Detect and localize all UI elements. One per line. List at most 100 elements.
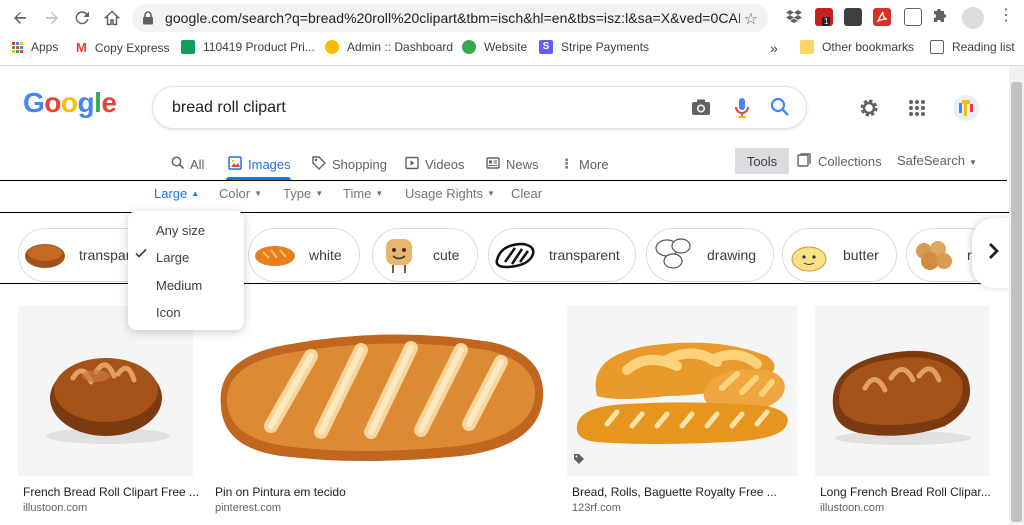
- dropbox-icon[interactable]: [786, 9, 804, 27]
- tab-label: News: [506, 156, 539, 172]
- result-source[interactable]: illustoon.com: [23, 502, 87, 514]
- news-icon: [486, 156, 500, 173]
- sheets-icon: [181, 40, 195, 54]
- url-text: google.com/search?q=bread%20roll%20clipa…: [165, 10, 740, 26]
- gear-icon[interactable]: [858, 97, 880, 124]
- apps-grid-icon: [12, 41, 23, 53]
- result-thumbnail[interactable]: [211, 306, 549, 476]
- size-option-large[interactable]: Large: [128, 243, 244, 271]
- chip-label: butter: [843, 247, 879, 263]
- tab-label: Images: [248, 156, 291, 172]
- back-icon[interactable]: [8, 6, 32, 30]
- safesearch-dropdown[interactable]: SafeSearch ▼: [897, 153, 977, 168]
- color-filter[interactable]: Color ▼: [219, 186, 262, 201]
- result-thumbnail[interactable]: [567, 306, 797, 476]
- size-option-icon[interactable]: Icon: [128, 298, 244, 326]
- tools-button[interactable]: Tools: [735, 148, 789, 174]
- bookmark-admin-dashboard[interactable]: Admin :: Dashboard: [325, 40, 453, 54]
- result-thumbnail[interactable]: [815, 306, 989, 476]
- image-result[interactable]: Bread, Rolls, Baguette Royalty Free ... …: [567, 306, 797, 514]
- camera-icon[interactable]: [691, 97, 711, 122]
- other-bookmarks[interactable]: Other bookmarks: [800, 40, 914, 54]
- bookmark-star-icon[interactable]: ☆: [744, 9, 758, 29]
- bookmark-apps[interactable]: Apps: [12, 40, 58, 54]
- forward-icon[interactable]: [40, 6, 64, 30]
- bookmark-stripe[interactable]: S Stripe Payments: [539, 40, 649, 54]
- calendar-ext-icon[interactable]: 1: [815, 8, 833, 26]
- filter-label: Type: [283, 186, 312, 201]
- ext-badge: 1: [822, 17, 831, 26]
- chip-cute[interactable]: cute: [372, 228, 478, 282]
- image-result[interactable]: Long French Bread Roll Clipar... illusto…: [815, 306, 991, 514]
- result-title[interactable]: Long French Bread Roll Clipar...: [820, 485, 991, 499]
- tab-all[interactable]: All: [171, 149, 204, 179]
- extension-icon[interactable]: [844, 8, 862, 26]
- bookmark-label: 110419 Product Pri...: [203, 40, 315, 54]
- page-scrollbar[interactable]: [1009, 66, 1024, 525]
- profile-avatar[interactable]: [962, 7, 984, 29]
- result-source[interactable]: 123rf.com: [572, 502, 621, 514]
- microphone-icon[interactable]: [734, 97, 750, 124]
- bookmark-label: Apps: [31, 40, 59, 54]
- time-filter[interactable]: Time ▼: [343, 186, 383, 201]
- safesearch-label: SafeSearch: [897, 153, 965, 168]
- result-title[interactable]: Pin on Pintura em tecido: [215, 485, 346, 499]
- caret-down-icon: ▼: [315, 189, 324, 198]
- result-thumbnail[interactable]: [18, 306, 193, 476]
- more-bookmarks-chevron-icon[interactable]: »: [770, 40, 778, 56]
- usage-rights-filter[interactable]: Usage Rights ▼: [405, 186, 495, 201]
- header-divider: [0, 180, 1007, 181]
- bookmark-copy-express[interactable]: M Copy Express: [76, 40, 170, 55]
- puzzle-icon[interactable]: [933, 8, 951, 26]
- reading-list[interactable]: Reading list: [930, 40, 1015, 54]
- result-source[interactable]: illustoon.com: [820, 502, 884, 514]
- checkmark-icon: [134, 246, 148, 263]
- home-icon[interactable]: [100, 6, 124, 30]
- chip-thumbnail: [375, 231, 423, 279]
- size-menu: Any size Large Medium Icon: [128, 211, 244, 330]
- google-logo[interactable]: Google: [23, 87, 117, 119]
- collections-icon: [797, 153, 811, 170]
- screen-capture-icon[interactable]: [904, 8, 922, 26]
- search-box[interactable]: bread roll clipart: [152, 86, 807, 129]
- size-option-medium[interactable]: Medium: [128, 271, 244, 299]
- chip-drawing[interactable]: drawing: [646, 228, 774, 282]
- tab-images[interactable]: Images: [228, 149, 291, 179]
- address-bar[interactable]: google.com/search?q=bread%20roll%20clipa…: [132, 4, 768, 32]
- chip-transparent-2[interactable]: transparent: [488, 228, 636, 282]
- browser-menu-icon[interactable]: ⋮: [998, 8, 1014, 24]
- image-result[interactable]: French Bread Roll Clipart Free ... illus…: [18, 306, 199, 514]
- image-result[interactable]: Pin on Pintura em tecido pinterest.com: [211, 306, 549, 514]
- reload-icon[interactable]: [70, 6, 94, 30]
- result-title[interactable]: Bread, Rolls, Baguette Royalty Free ...: [572, 485, 777, 499]
- bookmark-label: Copy Express: [94, 40, 170, 55]
- scrollbar-thumb[interactable]: [1011, 82, 1022, 522]
- tab-more[interactable]: ⋮ More: [560, 149, 609, 179]
- result-title[interactable]: French Bread Roll Clipart Free ...: [23, 485, 199, 499]
- google-apps-icon[interactable]: [908, 99, 926, 122]
- chip-thumbnail: [649, 231, 697, 279]
- logo-letter: o: [60, 87, 78, 118]
- collections-label: Collections: [818, 154, 882, 169]
- clear-filters-link[interactable]: Clear: [511, 186, 542, 201]
- caret-down-icon: ▼: [487, 189, 495, 198]
- tab-shopping[interactable]: Shopping: [312, 149, 387, 179]
- logo-letter: G: [23, 87, 45, 118]
- search-icon: [171, 156, 185, 172]
- search-input[interactable]: bread roll clipart: [172, 99, 286, 117]
- bookmark-product-price[interactable]: 110419 Product Pri...: [181, 40, 315, 54]
- bookmark-website[interactable]: Website: [462, 40, 527, 54]
- pdf-icon[interactable]: [873, 8, 891, 26]
- tab-news[interactable]: News: [486, 149, 539, 179]
- size-filter[interactable]: Large ▲: [154, 186, 199, 201]
- tab-label: Videos: [425, 156, 465, 172]
- collections-link[interactable]: Collections: [797, 153, 882, 170]
- chip-white[interactable]: white: [248, 228, 360, 282]
- type-filter[interactable]: Type ▼: [283, 186, 323, 201]
- chip-butter[interactable]: butter: [782, 228, 897, 282]
- account-avatar[interactable]: [953, 95, 979, 121]
- tab-videos[interactable]: Videos: [405, 149, 465, 179]
- search-icon[interactable]: [770, 97, 790, 122]
- size-option-any[interactable]: Any size: [128, 216, 244, 244]
- result-source[interactable]: pinterest.com: [215, 502, 281, 514]
